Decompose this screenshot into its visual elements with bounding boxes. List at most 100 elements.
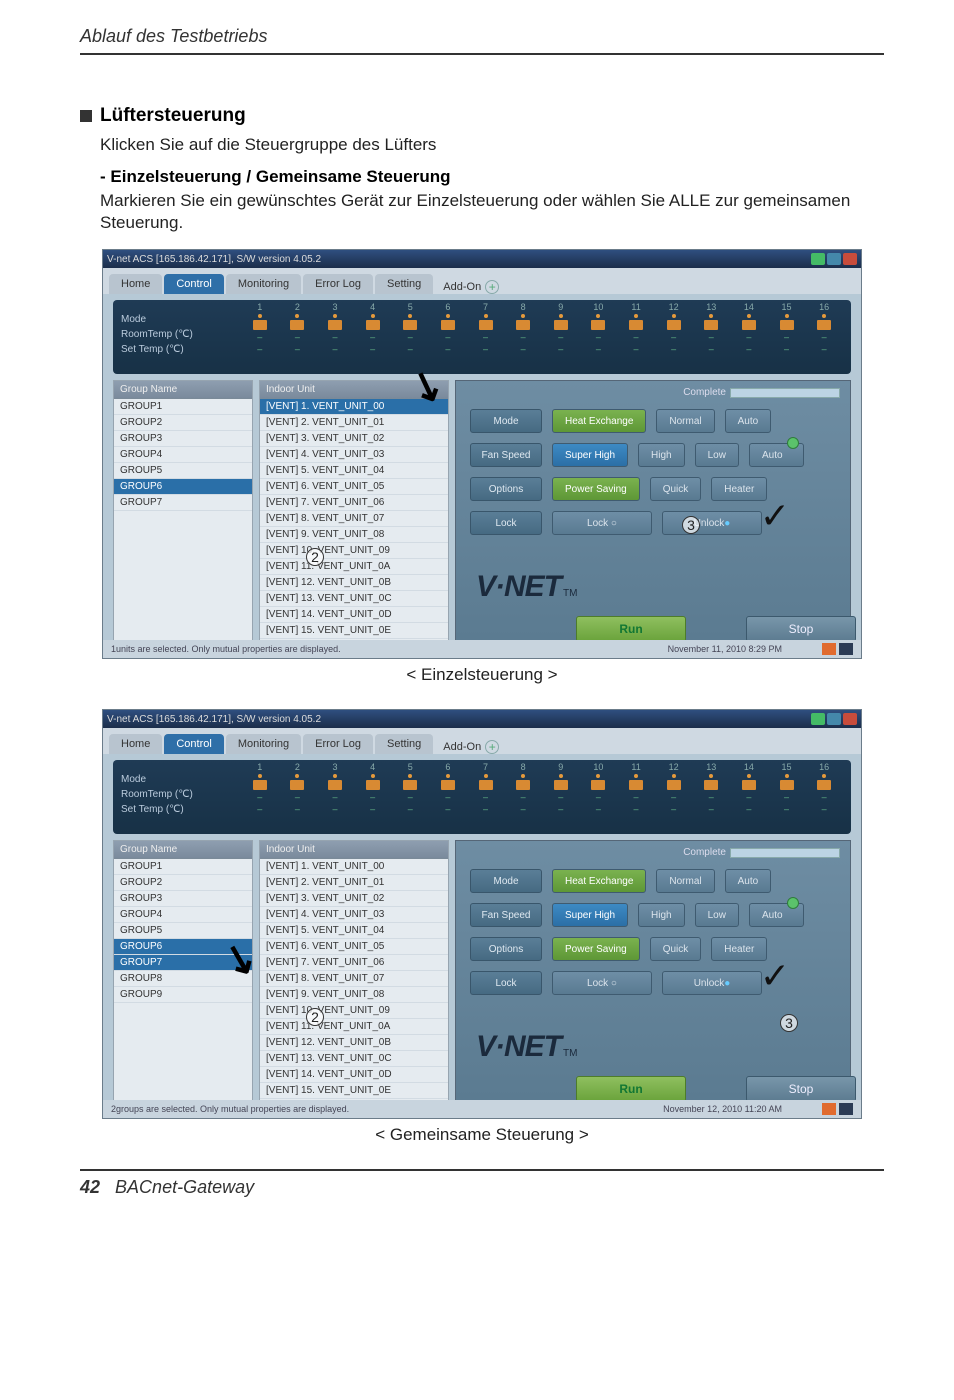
tab-errorlog[interactable]: Error Log: [303, 274, 373, 294]
close-icon[interactable]: [843, 713, 857, 725]
tab-addon[interactable]: Add-On+: [443, 740, 499, 754]
group-item[interactable]: GROUP2: [114, 415, 252, 431]
strip-label-settemp: Set Temp (℃): [121, 344, 225, 355]
group-item[interactable]: GROUP6: [114, 939, 252, 955]
maximize-icon[interactable]: [827, 713, 841, 725]
fan-auto[interactable]: Auto: [749, 443, 804, 467]
unit-item[interactable]: [VENT] 10. VENT_UNIT_09: [260, 1003, 448, 1019]
unit-item[interactable]: [VENT] 7. VENT_UNIT_06: [260, 955, 448, 971]
group-item[interactable]: GROUP6: [114, 479, 252, 495]
run-button[interactable]: Run: [576, 616, 686, 642]
tab-setting[interactable]: Setting: [375, 734, 433, 754]
opt-quick[interactable]: Quick: [650, 937, 702, 961]
opt-powersaving[interactable]: Power Saving: [552, 937, 640, 961]
unit-item[interactable]: [VENT] 15. VENT_UNIT_0E: [260, 623, 448, 639]
group-item[interactable]: GROUP3: [114, 891, 252, 907]
unit-item[interactable]: [VENT] 1. VENT_UNIT_00: [260, 859, 448, 875]
strip-col: 10––: [580, 762, 618, 814]
mode-auto[interactable]: Auto: [725, 869, 772, 893]
unit-item[interactable]: [VENT] 8. VENT_UNIT_07: [260, 511, 448, 527]
mode-auto[interactable]: Auto: [725, 409, 772, 433]
fan-high[interactable]: High: [638, 443, 685, 467]
lock-on[interactable]: Lock ○: [552, 511, 652, 535]
mode-heatexchange[interactable]: Heat Exchange: [552, 409, 646, 433]
unit-item[interactable]: [VENT] 9. VENT_UNIT_08: [260, 527, 448, 543]
fan-high[interactable]: High: [638, 903, 685, 927]
group-item[interactable]: GROUP7: [114, 495, 252, 511]
group-item[interactable]: GROUP3: [114, 431, 252, 447]
strip-col: 13––: [693, 302, 731, 354]
tab-addon[interactable]: Add-On+: [443, 280, 499, 294]
unit-item[interactable]: [VENT] 8. VENT_UNIT_07: [260, 971, 448, 987]
unit-item[interactable]: [VENT] 14. VENT_UNIT_0D: [260, 607, 448, 623]
unit-item[interactable]: [VENT] 12. VENT_UNIT_0B: [260, 1035, 448, 1051]
minimize-icon[interactable]: [811, 253, 825, 265]
unit-item[interactable]: [VENT] 13. VENT_UNIT_0C: [260, 591, 448, 607]
tab-control[interactable]: Control: [164, 274, 223, 294]
fan-low[interactable]: Low: [695, 443, 739, 467]
tab-home[interactable]: Home: [109, 274, 162, 294]
group-item[interactable]: GROUP1: [114, 399, 252, 415]
fan-auto[interactable]: Auto: [749, 903, 804, 927]
plus-icon[interactable]: +: [485, 740, 499, 754]
unit-item[interactable]: [VENT] 14. VENT_UNIT_0D: [260, 1067, 448, 1083]
mode-heatexchange[interactable]: Heat Exchange: [552, 869, 646, 893]
group-item[interactable]: GROUP5: [114, 923, 252, 939]
tab-monitoring[interactable]: Monitoring: [226, 734, 301, 754]
group-item[interactable]: GROUP4: [114, 907, 252, 923]
unit-item[interactable]: [VENT] 11. VENT_UNIT_0A: [260, 559, 448, 575]
tab-home[interactable]: Home: [109, 734, 162, 754]
run-button[interactable]: Run: [576, 1076, 686, 1102]
unit-item[interactable]: [VENT] 12. VENT_UNIT_0B: [260, 575, 448, 591]
unit-item[interactable]: [VENT] 1. VENT_UNIT_00: [260, 399, 448, 415]
strip-col: 14––: [730, 762, 768, 814]
tray-icons: [822, 1103, 853, 1115]
fan-low[interactable]: Low: [695, 903, 739, 927]
maximize-icon[interactable]: [827, 253, 841, 265]
unit-item[interactable]: [VENT] 13. VENT_UNIT_0C: [260, 1051, 448, 1067]
unit-item[interactable]: [VENT] 7. VENT_UNIT_06: [260, 495, 448, 511]
plus-icon[interactable]: +: [485, 280, 499, 294]
fan-superhigh[interactable]: Super High: [552, 903, 628, 927]
unit-item[interactable]: [VENT] 5. VENT_UNIT_04: [260, 923, 448, 939]
minimize-icon[interactable]: [811, 713, 825, 725]
mode-normal[interactable]: Normal: [656, 409, 714, 433]
lock-off[interactable]: Unlock ●: [662, 971, 762, 995]
window-controls[interactable]: [811, 713, 857, 725]
unit-item[interactable]: [VENT] 6. VENT_UNIT_05: [260, 479, 448, 495]
stop-button[interactable]: Stop: [746, 616, 856, 642]
tab-errorlog[interactable]: Error Log: [303, 734, 373, 754]
mode-normal[interactable]: Normal: [656, 869, 714, 893]
group-item[interactable]: GROUP5: [114, 463, 252, 479]
group-item[interactable]: GROUP4: [114, 447, 252, 463]
unit-item[interactable]: [VENT] 2. VENT_UNIT_01: [260, 415, 448, 431]
group-item[interactable]: GROUP9: [114, 987, 252, 1003]
tab-setting[interactable]: Setting: [375, 274, 433, 294]
unit-item[interactable]: [VENT] 3. VENT_UNIT_02: [260, 431, 448, 447]
opt-powersaving[interactable]: Power Saving: [552, 477, 640, 501]
unit-item[interactable]: [VENT] 6. VENT_UNIT_05: [260, 939, 448, 955]
unit-item[interactable]: [VENT] 3. VENT_UNIT_02: [260, 891, 448, 907]
unit-item[interactable]: [VENT] 5. VENT_UNIT_04: [260, 463, 448, 479]
window-controls[interactable]: [811, 253, 857, 265]
group-item[interactable]: GROUP2: [114, 875, 252, 891]
fan-superhigh[interactable]: Super High: [552, 443, 628, 467]
group-item[interactable]: GROUP8: [114, 971, 252, 987]
tab-control[interactable]: Control: [164, 734, 223, 754]
unit-item[interactable]: [VENT] 9. VENT_UNIT_08: [260, 987, 448, 1003]
unit-item[interactable]: [VENT] 11. VENT_UNIT_0A: [260, 1019, 448, 1035]
opt-quick[interactable]: Quick: [650, 477, 702, 501]
lock-off[interactable]: Unlock ●: [662, 511, 762, 535]
close-icon[interactable]: [843, 253, 857, 265]
unit-item[interactable]: [VENT] 4. VENT_UNIT_03: [260, 447, 448, 463]
unit-item[interactable]: [VENT] 4. VENT_UNIT_03: [260, 907, 448, 923]
unit-item[interactable]: [VENT] 2. VENT_UNIT_01: [260, 875, 448, 891]
stop-button[interactable]: Stop: [746, 1076, 856, 1102]
strip-col: 5––: [392, 302, 430, 354]
unit-item[interactable]: [VENT] 10. VENT_UNIT_09: [260, 543, 448, 559]
group-item[interactable]: GROUP7: [114, 955, 252, 971]
unit-item[interactable]: [VENT] 15. VENT_UNIT_0E: [260, 1083, 448, 1099]
tab-monitoring[interactable]: Monitoring: [226, 274, 301, 294]
lock-on[interactable]: Lock ○: [552, 971, 652, 995]
group-item[interactable]: GROUP1: [114, 859, 252, 875]
